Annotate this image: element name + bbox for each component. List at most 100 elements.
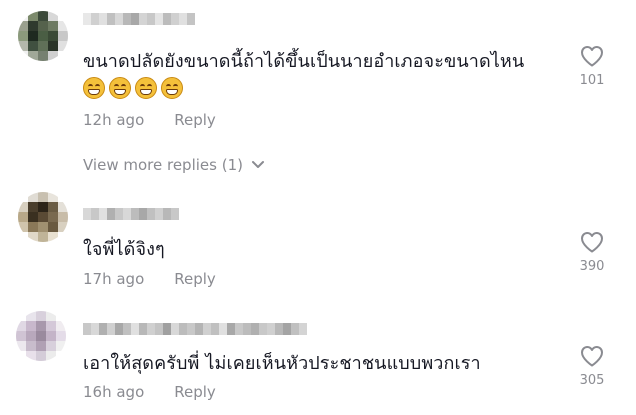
avatar-pixel — [16, 351, 26, 361]
view-more-replies-button[interactable]: View more replies (1) — [83, 156, 265, 174]
avatar-pixel — [36, 351, 46, 361]
comment-meta: 12h ago Reply — [83, 111, 216, 129]
heart-icon[interactable] — [580, 345, 604, 367]
avatar-pixel — [28, 202, 38, 212]
avatar[interactable] — [18, 11, 68, 61]
avatar-pixel — [28, 21, 38, 31]
avatar-pixel — [38, 232, 48, 242]
username-pixel — [99, 208, 107, 220]
like-button[interactable]: 305 — [578, 345, 606, 388]
avatar-pixel — [56, 321, 66, 331]
grimacing-face-emoji — [161, 77, 183, 99]
avatar-pixel — [36, 311, 46, 321]
avatar-pixel — [18, 232, 28, 242]
avatar-pixel — [58, 212, 68, 222]
avatar-pixel — [18, 31, 28, 41]
username-pixel — [163, 13, 171, 25]
avatar-pixel — [38, 202, 48, 212]
avatar-pixel — [28, 192, 38, 202]
comment-text: เอาให้สุดครับพี่ ไม่เคยเห็นหัวประชาชนแบบ… — [83, 353, 481, 374]
username-pixel — [83, 13, 91, 25]
avatar-pixel — [18, 21, 28, 31]
username-pixel — [83, 323, 91, 335]
like-button[interactable]: 390 — [578, 231, 606, 274]
username-pixel — [171, 208, 179, 220]
comment-time: 16h ago — [83, 383, 145, 401]
username-pixel — [147, 208, 155, 220]
avatar-pixel — [58, 41, 68, 51]
avatar-pixel — [58, 51, 68, 61]
avatar-pixel — [38, 31, 48, 41]
avatar-pixel — [38, 192, 48, 202]
username-pixel — [91, 208, 99, 220]
comment-text: ใจพี่ได้จิงๆ — [83, 239, 165, 260]
avatar-pixel — [58, 202, 68, 212]
avatar-pixel — [36, 341, 46, 351]
username-pixel — [275, 323, 283, 335]
reply-button[interactable]: Reply — [174, 270, 216, 288]
username-pixel — [179, 13, 187, 25]
username-pixel — [115, 323, 123, 335]
username-pixel — [219, 323, 227, 335]
username[interactable] — [83, 12, 195, 26]
reply-button[interactable]: Reply — [174, 383, 216, 401]
reply-button[interactable]: Reply — [174, 111, 216, 129]
avatar-pixel — [26, 351, 36, 361]
username-pixel — [155, 208, 163, 220]
username-pixel — [91, 13, 99, 25]
avatar-pixel — [38, 41, 48, 51]
grimacing-face-emoji — [83, 77, 105, 99]
username-pixel — [131, 13, 139, 25]
comment-text: ขนาดปลัดยังขนาดนี้ถ้าได้ขึ้นเป็นนายอำเภอ… — [83, 51, 525, 72]
heart-icon[interactable] — [580, 231, 604, 253]
avatar-pixel — [56, 331, 66, 341]
username-pixel — [235, 323, 243, 335]
avatar-pixel — [48, 222, 58, 232]
username-pixel — [107, 208, 115, 220]
username-pixel — [291, 323, 299, 335]
username-pixel — [83, 208, 91, 220]
username-pixel — [123, 13, 131, 25]
avatar-pixel — [56, 311, 66, 321]
avatar-pixel — [28, 222, 38, 232]
username-pixel — [99, 13, 107, 25]
avatar-pixel — [48, 51, 58, 61]
avatar-pixel — [18, 222, 28, 232]
username-pixel — [243, 323, 251, 335]
avatar-pixel — [16, 331, 26, 341]
avatar-pixel — [36, 331, 46, 341]
avatar-pixel — [48, 21, 58, 31]
username[interactable] — [83, 207, 179, 221]
avatar-pixel — [46, 331, 56, 341]
username-pixel — [267, 323, 275, 335]
avatar-pixel — [28, 41, 38, 51]
like-button[interactable]: 101 — [578, 45, 606, 88]
grimacing-face-emoji — [135, 77, 157, 99]
emoji-row — [83, 77, 183, 99]
comment-time: 17h ago — [83, 270, 145, 288]
username-pixel — [187, 323, 195, 335]
username-pixel — [123, 208, 131, 220]
avatar[interactable] — [18, 192, 68, 242]
comment-meta: 17h ago Reply — [83, 270, 216, 288]
avatar-pixel — [16, 311, 26, 321]
avatar-pixel — [18, 202, 28, 212]
username-pixel — [251, 323, 259, 335]
avatar-pixel — [48, 41, 58, 51]
username-pixel — [195, 323, 203, 335]
avatar-pixel — [58, 232, 68, 242]
avatar-pixel — [38, 21, 48, 31]
username-pixel — [171, 323, 179, 335]
username[interactable] — [83, 322, 307, 336]
username-pixel — [139, 13, 147, 25]
avatar-pixel — [36, 321, 46, 331]
username-pixel — [139, 323, 147, 335]
username-pixel — [283, 323, 291, 335]
avatar-pixel — [58, 21, 68, 31]
avatar-pixel — [58, 222, 68, 232]
username-pixel — [211, 323, 219, 335]
username-pixel — [115, 208, 123, 220]
heart-icon[interactable] — [580, 45, 604, 67]
avatar[interactable] — [16, 311, 66, 361]
avatar-pixel — [26, 321, 36, 331]
